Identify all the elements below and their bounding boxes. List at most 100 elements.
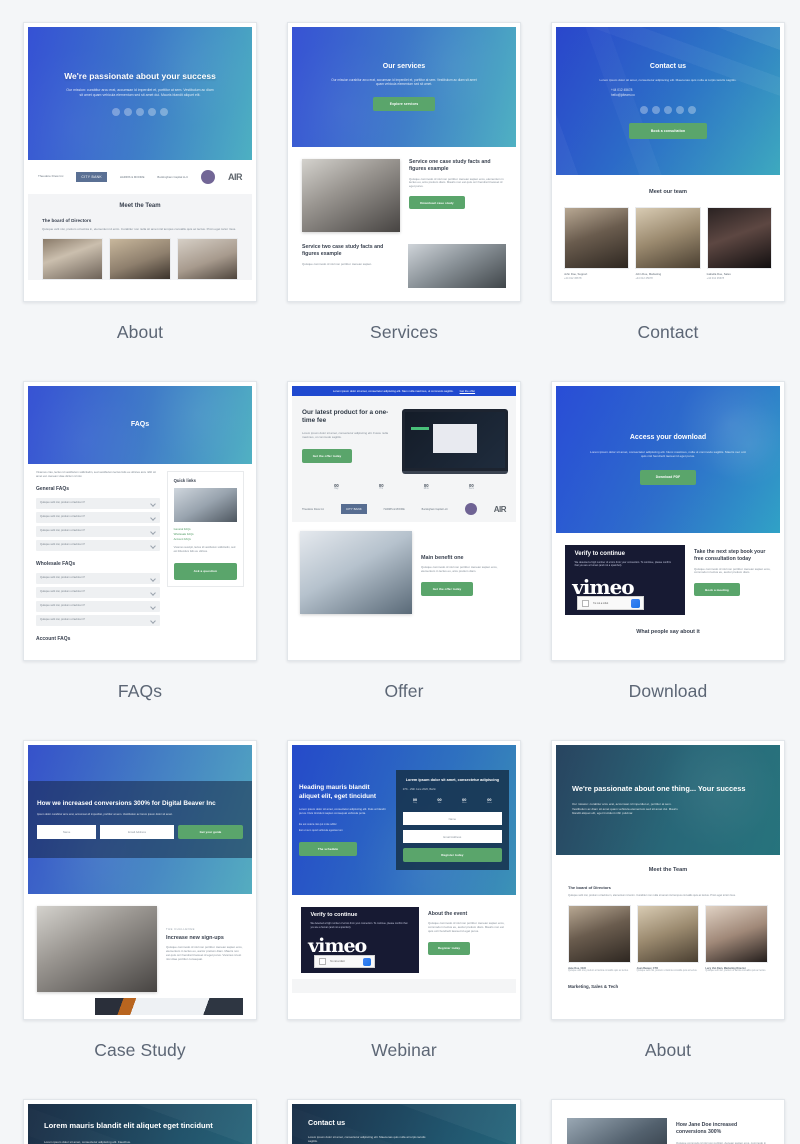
hero-section: Lorem mauris blandit elit aliquet eget t… — [28, 1104, 252, 1144]
template-label-case-study-1: Case Study — [94, 1040, 186, 1060]
name-input[interactable]: Name — [402, 812, 502, 826]
faq-item[interactable]: Quisque velit nisi, pretium ut lacinia i… — [36, 572, 160, 584]
countdown-label: Mins — [461, 802, 467, 805]
faq-item[interactable]: Quisque velit nisi, pretium ut lacinia i… — [36, 511, 160, 523]
recaptcha-widget[interactable]: I'm not a robot — [577, 596, 645, 611]
faq-item[interactable]: Quisque velit nisi, pretium ut lacinia i… — [36, 525, 160, 537]
recaptcha-checkbox[interactable] — [318, 958, 326, 966]
social-icon[interactable] — [676, 105, 684, 114]
template-cell-faqs-1: FAQs Vivamus cras, lectus id vestibulum … — [23, 381, 257, 740]
hero-cta-button[interactable]: The schedule — [299, 841, 357, 856]
hero-title: We're passionate about your success — [64, 71, 216, 82]
feature-cta-button[interactable]: Download case study — [409, 196, 465, 210]
hero-subtitle: Lorem ipsum dolor sit amet, consectetur … — [599, 77, 737, 82]
team-section: Meet the Team The board of Directors Qui… — [556, 855, 780, 989]
template-card-faqs-1[interactable]: FAQs Vivamus cras, lectus id vestibulum … — [23, 381, 257, 661]
template-label-contact-1: Contact — [637, 322, 699, 342]
template-card-webinar-1[interactable]: Heading mauris blandit aliquet elit, ege… — [287, 740, 521, 1020]
template-card-download-1[interactable]: Access your download Lorem ipsum dolor s… — [551, 381, 785, 661]
hero-social-icons[interactable] — [640, 105, 696, 114]
offer-title: Our latest product for a one-time fee — [302, 409, 389, 425]
video-player[interactable]: Verify to continue We detected a high nu… — [301, 907, 419, 973]
hero-cta-button[interactable]: Explore services — [373, 97, 435, 112]
faq-group-title: Account FAQs — [36, 635, 71, 642]
team-member-phone: +44 012 45678 — [564, 276, 582, 280]
hero-section: Our services Our mission curabitur arcu … — [292, 27, 516, 147]
social-icon[interactable] — [652, 105, 660, 114]
template-cell-webinar-1: Heading mauris blandit aliquet elit, ege… — [287, 740, 521, 1099]
team-member: John Doe, Support +44 012 45678 — [564, 207, 630, 280]
template-label-about-1: About — [116, 322, 164, 342]
template-card-contact-1[interactable]: Contact us Lorem ipsum dolor sit amet, c… — [551, 22, 785, 302]
team-member-photo — [42, 238, 104, 281]
template-card-sales-page-1[interactable]: Lorem mauris blandit elit aliquet eget t… — [23, 1099, 257, 1144]
template-card-about-1[interactable]: We're passionate about your success Our … — [23, 22, 257, 302]
hero-cta-button[interactable]: Book a consultation — [629, 122, 707, 139]
template-card-offer-1[interactable]: Lorem ipsum dolor sit amet, consectetur … — [287, 381, 521, 661]
section-heading: Meet our team — [649, 189, 687, 195]
template-cell-contact-2: Contact us Lorem ipsum dolor sit amet, c… — [287, 1099, 521, 1144]
hero-social-icons[interactable] — [112, 107, 168, 116]
hero-submit-button[interactable]: Get your guide — [177, 825, 243, 840]
social-icon[interactable] — [688, 105, 696, 114]
ribbon-link[interactable]: Get the offer — [460, 389, 476, 393]
register-button[interactable]: Register today — [402, 848, 502, 863]
name-input[interactable]: Name — [37, 825, 97, 840]
form-date: 27th - 29th June 2020, Berlin — [402, 788, 436, 792]
benefit-cta-button[interactable]: Get the offer today — [421, 581, 473, 596]
email-input[interactable]: Email Address — [402, 830, 502, 844]
hero-title: Lorem mauris blandit elit aliquet eget t… — [44, 1121, 213, 1130]
recaptcha-checkbox[interactable] — [582, 599, 589, 607]
offer-cta-button[interactable]: Get the offer today — [302, 448, 352, 463]
feature-title: Service one case study facts and figures… — [409, 159, 491, 172]
template-card-about-2[interactable]: We're passionate about one thing... Your… — [551, 740, 785, 1020]
social-icon[interactable] — [148, 107, 156, 116]
email-input[interactable]: Email Address — [100, 825, 174, 840]
countdown-label: Secs — [468, 488, 474, 490]
team-member-photo — [568, 904, 631, 963]
hero-section: Contact us Lorem ipsum dolor sit amet, c… — [556, 27, 780, 175]
template-card-services-1[interactable]: Our services Our mission curabitur arcu … — [287, 22, 521, 302]
feature-body: Quisque commodo id nisl non porttitor. A… — [428, 921, 505, 933]
hero-subtitle: Lorem ipsum dolor sit amet, consectetur … — [44, 1140, 131, 1144]
template-card-case-study-2[interactable]: How Jane Doe increased conversions 300% … — [551, 1099, 785, 1144]
hero-title: Access your download — [629, 434, 707, 442]
challenge-body: Quisque commodo id nisl non porttitor. A… — [166, 945, 243, 961]
recaptcha-widget[interactable]: I'm not a robot — [313, 955, 376, 969]
template-card-case-study-1[interactable]: How we increased conversions 300% for Di… — [23, 740, 257, 1020]
faq-item[interactable]: Quisque velit nisi, pretium ut lacinia i… — [36, 600, 160, 612]
team-member-photo — [706, 207, 772, 269]
hero-content: Our services Our mission curabitur arcu … — [292, 27, 516, 147]
template-card-contact-2[interactable]: Contact us Lorem ipsum dolor sit amet, c… — [287, 1099, 521, 1144]
hero-subtitle: Lorem ipsum dolor sit amet, consectetur … — [299, 806, 386, 816]
announcement-ribbon[interactable]: Lorem ipsum dolor sit amet, consectetur … — [292, 386, 516, 396]
faq-item[interactable]: Quisque velit nisi, pretium ut lacinia i… — [36, 539, 160, 551]
logo-theodore-drew: Theodore Drew Inc — [302, 507, 325, 511]
faq-item[interactable]: Quisque velit nisi, pretium ut lacinia i… — [36, 497, 160, 509]
feature-cta-button[interactable]: Book a meeting — [694, 583, 740, 597]
social-icon[interactable] — [664, 105, 672, 114]
hero-cta-button[interactable]: Download PDF — [640, 469, 696, 485]
social-icon[interactable] — [640, 105, 648, 114]
hero-content: Lorem mauris blandit elit aliquet eget t… — [28, 1104, 252, 1144]
feature-cta-button[interactable]: Register today — [428, 941, 470, 955]
feature-body: Quisque commodo id nisl non porttitor. A… — [302, 261, 373, 266]
feature-section-one: Service one case study facts and figures… — [292, 147, 516, 238]
social-icon[interactable] — [112, 107, 120, 116]
template-label-download-1: Download — [628, 681, 708, 701]
social-icon[interactable] — [124, 107, 132, 116]
team-member: Joan Beaver, CTO Quisque velit nisi, pre… — [636, 904, 700, 973]
hero-title: FAQs — [130, 420, 150, 428]
hero-section: FAQs — [28, 386, 252, 464]
hero-content: We're passionate about your success Our … — [28, 27, 252, 160]
faq-item[interactable]: Quisque velit nisi, pretium ut lacinia i… — [36, 586, 160, 598]
sidebar-link[interactable]: Account FAQs — [174, 537, 237, 542]
sidebar-cta-button[interactable]: Ask a question — [173, 562, 237, 580]
video-player[interactable]: Verify to continue We detected a high nu… — [565, 545, 685, 615]
benefit-image — [300, 531, 412, 614]
faq-question: Quisque velit nisi, pretium ut lacinia i… — [40, 500, 85, 504]
social-icon[interactable] — [136, 107, 144, 116]
team-member-list — [42, 238, 238, 281]
faq-item[interactable]: Quisque velit nisi, pretium ut lacinia i… — [36, 614, 160, 626]
social-icon[interactable] — [160, 107, 168, 116]
